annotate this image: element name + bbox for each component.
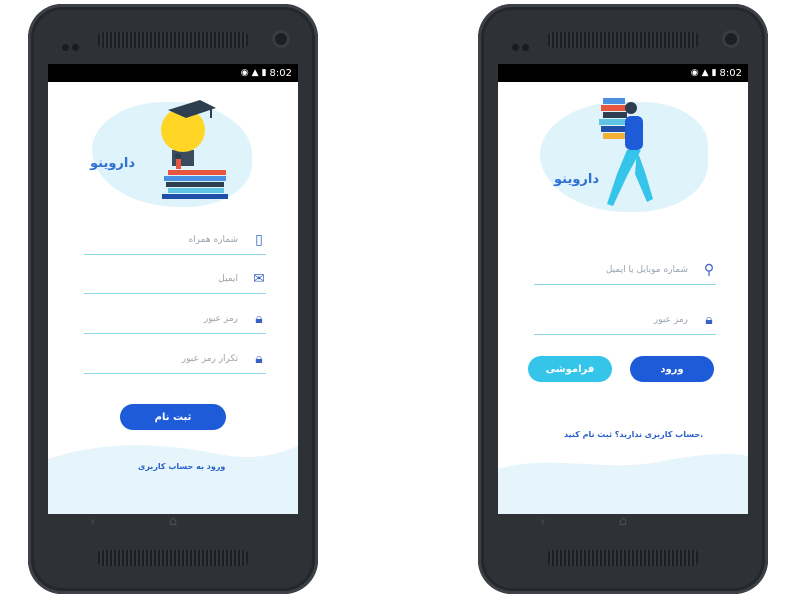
username-field[interactable]: ⚲ — [534, 262, 716, 285]
phone-frame-login: ◉ ▲ ▮ 8:02 داروینو ⚲ 🔒︎ ورود ف — [478, 4, 768, 594]
bottom-speaker — [548, 550, 698, 566]
front-camera — [722, 30, 740, 48]
phone-frame-signup: ◉ ▲ ▮ 8:02 داروینو ▯ ✉ — [28, 4, 318, 594]
bottom-wave — [48, 445, 298, 514]
lock-icon: 🔒︎ — [255, 351, 263, 367]
front-camera — [272, 30, 290, 48]
user-icon: ⚲ — [703, 262, 715, 278]
login-link[interactable]: ورود به حساب کاربری — [138, 462, 225, 471]
status-time: 8:02 — [269, 67, 292, 79]
app-logo: داروینو — [554, 172, 600, 187]
bottom-speaker — [98, 550, 248, 566]
login-screen: ◉ ▲ ▮ 8:02 داروینو ⚲ 🔒︎ ورود ف — [498, 64, 748, 514]
home-icon[interactable]: ⌂ — [169, 514, 177, 529]
phone-number-field[interactable]: ▯ — [84, 232, 266, 255]
nav-bar: ‹ ⌂ — [478, 508, 768, 538]
status-bar: ◉ ▲ ▮ 8:02 — [48, 64, 298, 82]
back-icon[interactable]: ‹ — [90, 514, 96, 530]
status-time: 8:02 — [719, 67, 742, 79]
mail-icon: ✉ — [253, 271, 265, 287]
email-input[interactable] — [96, 273, 240, 285]
wifi-icon: ◉ — [690, 68, 699, 78]
password-field[interactable]: 🔒︎ — [534, 312, 716, 335]
password-input[interactable] — [546, 314, 690, 326]
phone-number-input[interactable] — [96, 234, 240, 246]
sensor-dots — [512, 36, 536, 51]
lock-icon: 🔒︎ — [705, 312, 713, 328]
login-button[interactable]: ورود — [630, 356, 714, 382]
signal-icon: ▲ — [251, 68, 259, 78]
wifi-icon: ◉ — [240, 68, 249, 78]
password-input[interactable] — [96, 313, 240, 325]
password-field[interactable]: 🔒︎ — [84, 311, 266, 334]
home-icon[interactable]: ⌂ — [619, 514, 627, 529]
lock-icon: 🔒︎ — [255, 311, 263, 327]
nav-bar: ‹ ⌂ — [28, 508, 318, 538]
back-icon[interactable]: ‹ — [540, 514, 546, 530]
earpiece-speaker — [98, 32, 248, 48]
signal-icon: ▲ — [701, 68, 709, 78]
phone-icon: ▯ — [255, 232, 263, 248]
signup-screen: ◉ ▲ ▮ 8:02 داروینو ▯ ✉ — [48, 64, 298, 514]
confirm-password-field[interactable]: 🔒︎ — [84, 351, 266, 374]
bottom-wave — [498, 454, 748, 514]
forgot-password-button[interactable]: فراموشی — [528, 356, 612, 382]
confirm-password-input[interactable] — [96, 353, 240, 365]
app-logo: داروینو — [90, 156, 136, 171]
battery-icon: ▮ — [261, 68, 267, 78]
reader-illustration — [599, 98, 653, 206]
status-bar: ◉ ▲ ▮ 8:02 — [498, 64, 748, 82]
battery-icon: ▮ — [711, 68, 717, 78]
signup-button[interactable]: ثبت نام — [120, 404, 226, 430]
sensor-dots — [62, 36, 86, 51]
earpiece-speaker — [548, 32, 698, 48]
username-input[interactable] — [546, 264, 690, 276]
email-field[interactable]: ✉ — [84, 271, 266, 294]
lightbulb-illustration — [161, 100, 228, 199]
